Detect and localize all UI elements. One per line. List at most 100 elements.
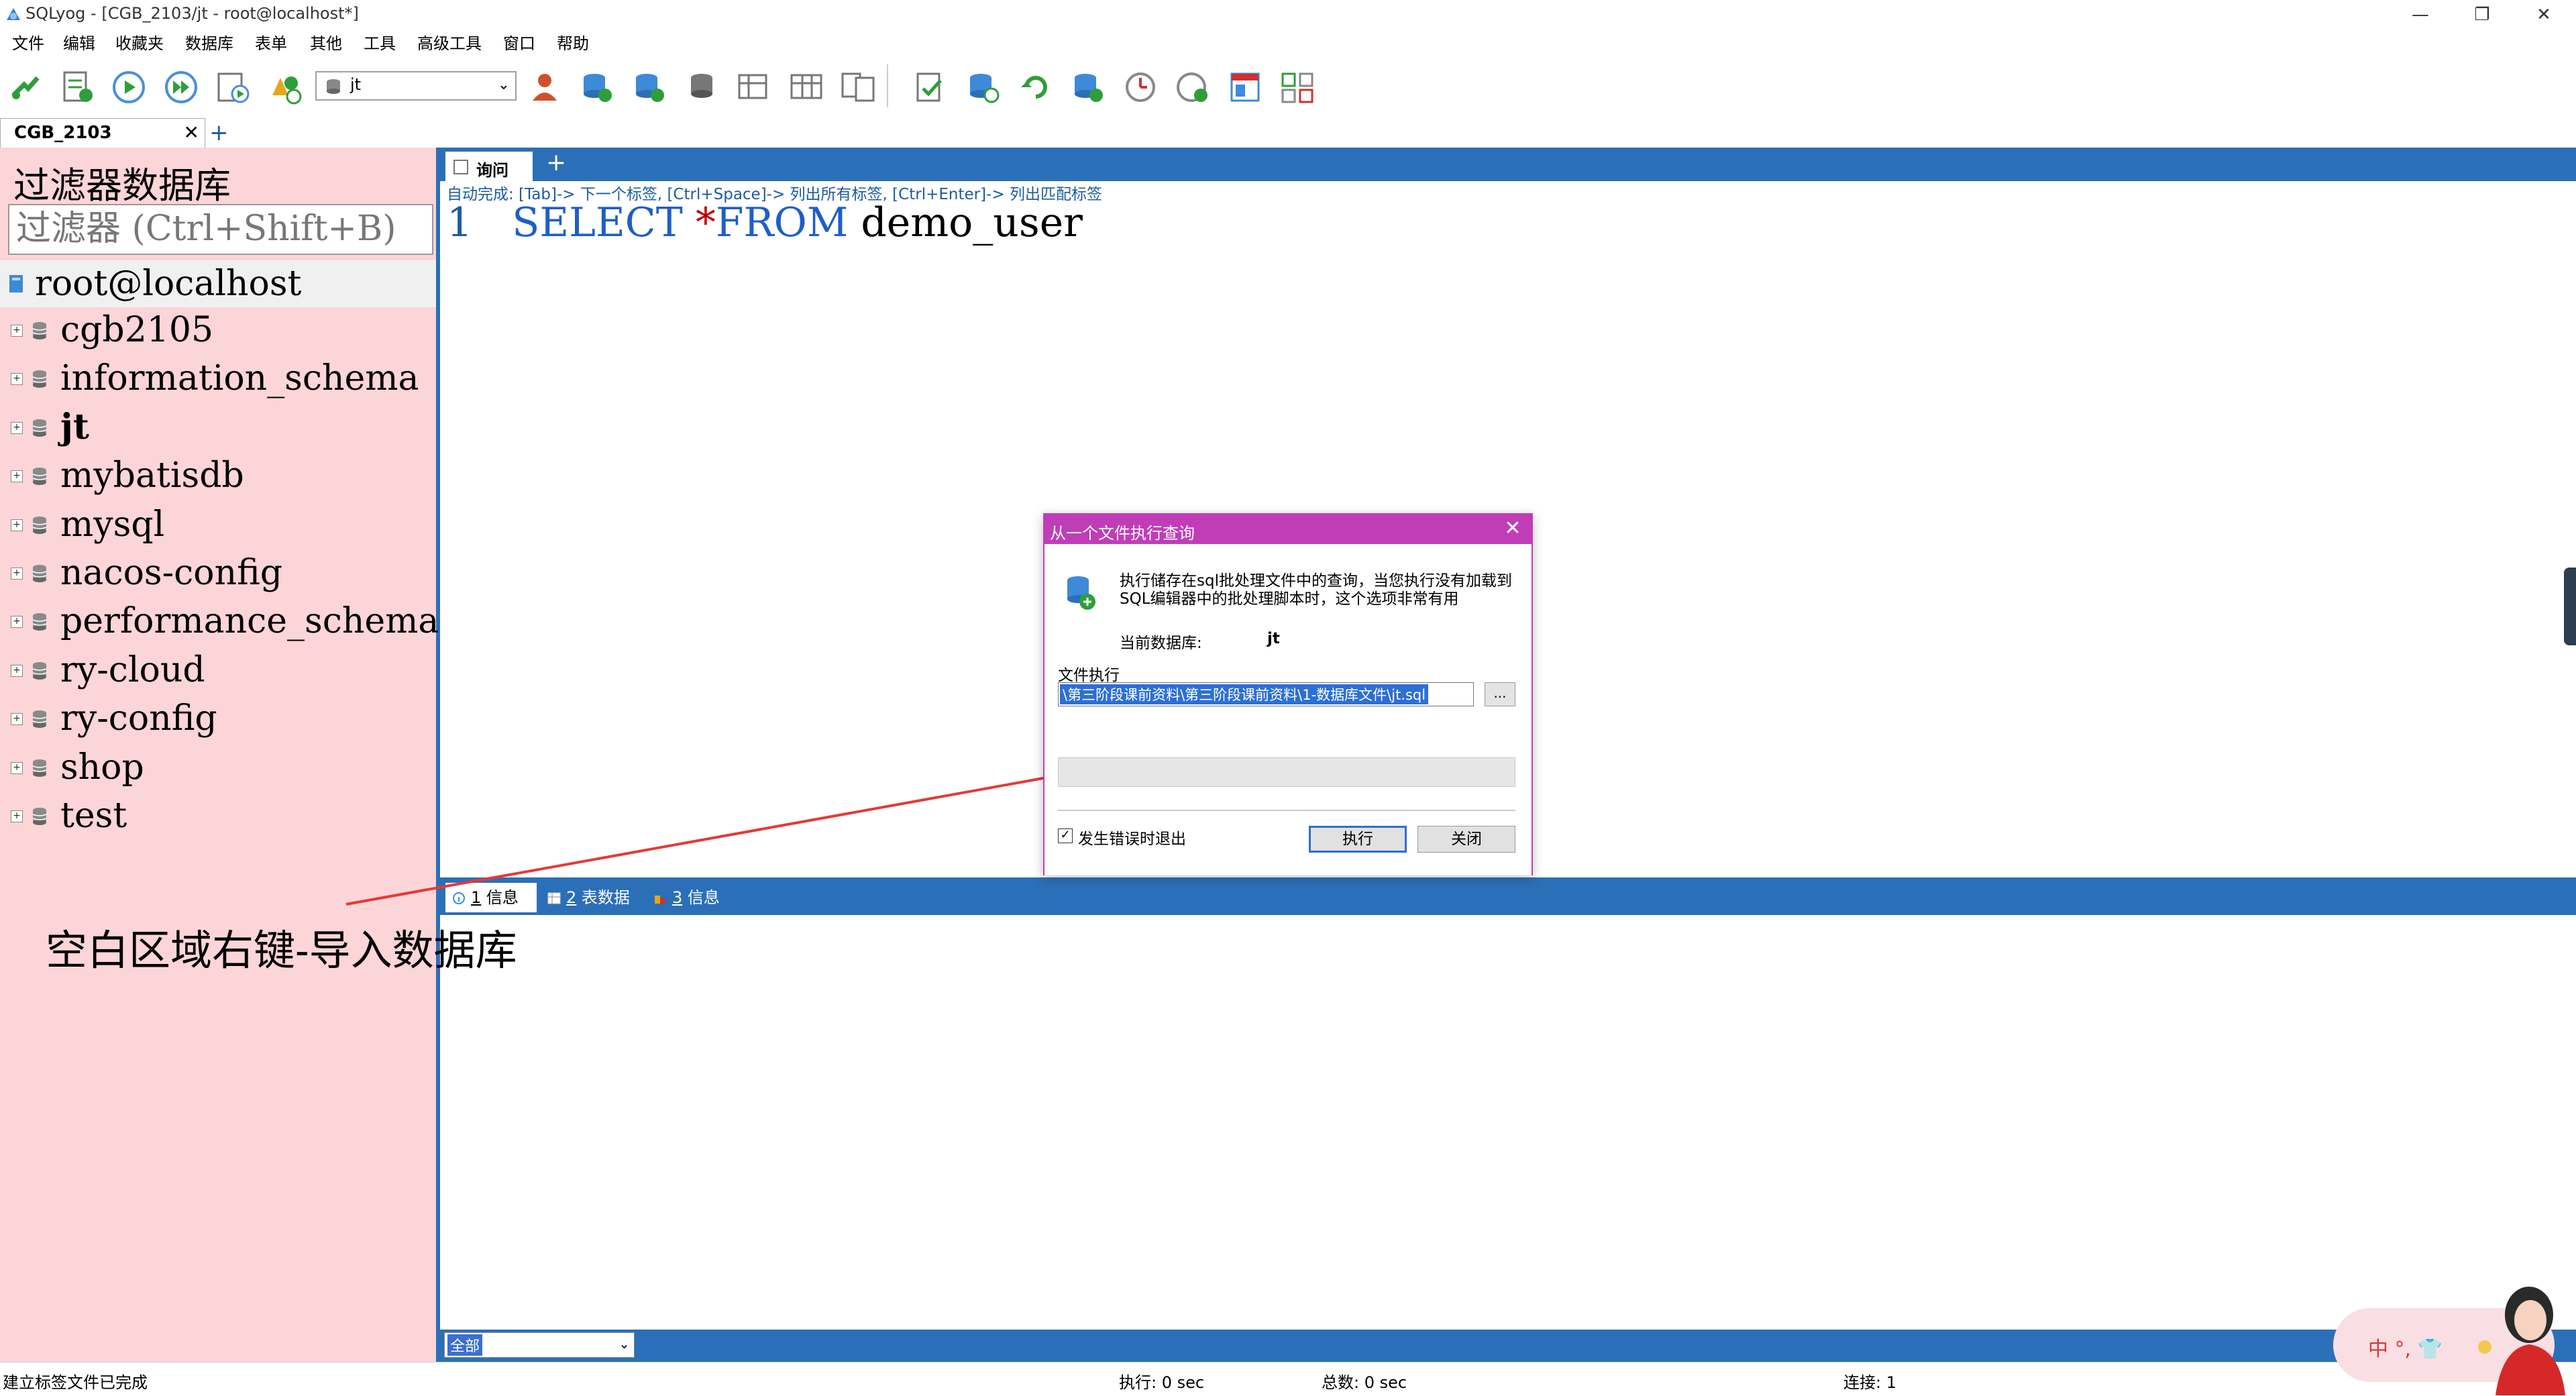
database-node-performance_schema[interactable]: + performance_schema bbox=[0, 598, 439, 647]
database-icon bbox=[32, 710, 47, 729]
create-db-icon[interactable] bbox=[578, 68, 616, 106]
database-node-nacos-config[interactable]: + nacos-config bbox=[0, 550, 436, 598]
menu-other[interactable]: 其他 bbox=[301, 32, 352, 55]
object-browser[interactable]: 过滤器数据库 过滤器 (Ctrl+Shift+B) root@localhost… bbox=[0, 148, 440, 1362]
add-connection-tab-icon[interactable]: + bbox=[209, 119, 229, 146]
dialog-separator bbox=[1058, 810, 1515, 811]
dialog-body: 执行储存在sql批处理文件中的查询，当您执行没有加载到SQL编辑器中的批处理脚本… bbox=[1044, 544, 1532, 875]
database-select[interactable]: jt ⌄ bbox=[315, 71, 517, 101]
file-path-input[interactable]: \第三阶段课前资料\第三阶段课前资料\1-数据库文件\jt.sql bbox=[1058, 682, 1474, 706]
expand-icon[interactable]: + bbox=[11, 616, 23, 629]
menu-window[interactable]: 窗口 bbox=[494, 32, 545, 55]
copy-db-icon[interactable] bbox=[912, 68, 950, 106]
menu-tools[interactable]: 工具 bbox=[354, 32, 405, 55]
database-icon bbox=[32, 322, 47, 339]
query-builder-icon[interactable] bbox=[788, 68, 825, 106]
expand-icon[interactable]: + bbox=[11, 373, 23, 386]
restore-button[interactable]: ❐ bbox=[2451, 0, 2513, 31]
sql-editor-line[interactable]: 1 SELECT *FROM demo_user bbox=[447, 201, 1083, 244]
expand-icon[interactable]: + bbox=[11, 664, 23, 677]
database-node-label: mysql bbox=[60, 504, 165, 545]
tab-messages-number: 1 bbox=[471, 888, 482, 907]
browse-button[interactable]: ... bbox=[1485, 682, 1515, 706]
menu-table[interactable]: 表单 bbox=[246, 32, 297, 55]
data-sync-icon[interactable] bbox=[965, 68, 1002, 106]
status-total-time: 总数: 0 sec bbox=[1322, 1373, 1407, 1392]
expand-icon[interactable]: + bbox=[11, 421, 23, 434]
close-window-button[interactable]: ✕ bbox=[2513, 0, 2575, 31]
database-node-shop[interactable]: + shop bbox=[0, 745, 436, 793]
menu-help[interactable]: 帮助 bbox=[547, 32, 598, 55]
execute-update-icon[interactable] bbox=[215, 68, 252, 106]
expand-icon[interactable]: + bbox=[11, 519, 23, 531]
database-icon bbox=[32, 808, 47, 825]
expand-icon[interactable]: + bbox=[11, 713, 23, 726]
result-filter-select[interactable]: 全部 ⌄ bbox=[444, 1332, 635, 1358]
notification-icon[interactable] bbox=[1174, 68, 1212, 106]
tab-query[interactable]: 询问 bbox=[445, 152, 533, 181]
database-node-information_schema[interactable]: + information_schema bbox=[0, 356, 436, 404]
connection-root-node[interactable]: root@localhost bbox=[0, 260, 436, 307]
server-icon bbox=[9, 275, 23, 292]
close-button[interactable]: 关闭 bbox=[1417, 826, 1515, 853]
execute-all-icon[interactable] bbox=[162, 68, 200, 106]
query-tab-strip: 询问 + bbox=[440, 148, 2576, 181]
refresh-icon[interactable] bbox=[1017, 68, 1055, 106]
database-node-mysql[interactable]: + mysql bbox=[0, 502, 436, 550]
expand-icon[interactable]: + bbox=[11, 761, 23, 774]
exit-on-error-checkbox[interactable]: ✓ bbox=[1058, 828, 1073, 843]
current-db-label: 当前数据库: bbox=[1120, 635, 1202, 652]
schema-sync-icon[interactable] bbox=[840, 68, 877, 106]
menu-favorites[interactable]: 收藏夹 bbox=[106, 32, 173, 55]
chevron-down-icon: ⌄ bbox=[497, 76, 510, 93]
import-icon[interactable] bbox=[631, 68, 668, 106]
menu-file[interactable]: 文件 bbox=[3, 32, 54, 55]
schema-designer-icon[interactable] bbox=[267, 68, 305, 106]
database-node-mybatisdb[interactable]: + mybatisdb bbox=[0, 453, 436, 501]
expand-icon[interactable]: + bbox=[11, 810, 23, 822]
tab-messages[interactable]: 1 信息 bbox=[445, 883, 537, 912]
side-panel-handle[interactable] bbox=[2564, 568, 2576, 645]
database-icon bbox=[32, 565, 47, 582]
result-panel[interactable] bbox=[440, 915, 2576, 1330]
menu-edit[interactable]: 编辑 bbox=[54, 32, 105, 55]
dialog-title: 从一个文件执行查询 bbox=[1050, 524, 1195, 543]
table-data-icon[interactable] bbox=[735, 68, 773, 106]
close-dialog-icon[interactable]: ✕ bbox=[1499, 516, 1526, 543]
database-node-test[interactable]: + test bbox=[0, 793, 436, 841]
sql-keyword-select: SELECT bbox=[512, 199, 683, 246]
tab-table-data-label: 表数据 bbox=[581, 888, 630, 907]
expand-icon[interactable]: + bbox=[11, 568, 23, 580]
filter-input[interactable]: 过滤器 (Ctrl+Shift+B) bbox=[8, 204, 433, 255]
menu-advanced-tools[interactable]: 高级工具 bbox=[408, 32, 491, 55]
tab-table-data-number: 2 bbox=[566, 888, 577, 907]
database-node-ry-cloud[interactable]: + ry-cloud bbox=[0, 647, 436, 696]
user-manager-icon[interactable] bbox=[526, 68, 564, 106]
tab-info[interactable]: 3 信息 bbox=[647, 883, 727, 912]
tab-table-data[interactable]: 2 表数据 bbox=[541, 883, 640, 912]
scheduler-icon[interactable] bbox=[1122, 68, 1159, 106]
result-tab-strip: 1 信息 2 表数据 3 信息 bbox=[440, 877, 2576, 915]
new-query-icon[interactable] bbox=[59, 68, 97, 106]
close-tab-icon[interactable]: ✕ bbox=[184, 121, 199, 144]
execute-query-icon[interactable] bbox=[110, 68, 148, 106]
sql-import-icon[interactable] bbox=[1069, 68, 1107, 106]
expand-icon[interactable]: + bbox=[11, 325, 23, 337]
execute-button[interactable]: 执行 bbox=[1309, 826, 1407, 853]
database-node-ry-config[interactable]: + ry-config bbox=[0, 696, 436, 744]
new-connection-icon[interactable] bbox=[7, 68, 44, 106]
database-node-jt[interactable]: + jt bbox=[0, 405, 436, 453]
tab-connection-cgb2103[interactable]: CGB_2103 ✕ bbox=[0, 118, 205, 148]
minimize-button[interactable]: — bbox=[2390, 0, 2451, 31]
expand-icon[interactable]: + bbox=[11, 470, 23, 483]
export-icon[interactable] bbox=[1226, 68, 1264, 106]
status-exec-time: 执行: 0 sec bbox=[1119, 1373, 1205, 1392]
data-search-icon[interactable] bbox=[1279, 68, 1316, 106]
database-icon bbox=[32, 370, 47, 388]
sql-operator-star: * bbox=[695, 199, 716, 246]
database-node-cgb2105[interactable]: + cgb2105 bbox=[0, 307, 436, 356]
add-query-tab-icon[interactable]: + bbox=[546, 149, 566, 176]
backup-icon[interactable] bbox=[683, 68, 720, 106]
status-message: 建立标签文件已完成 bbox=[3, 1373, 148, 1392]
menu-database[interactable]: 数据库 bbox=[176, 32, 243, 55]
